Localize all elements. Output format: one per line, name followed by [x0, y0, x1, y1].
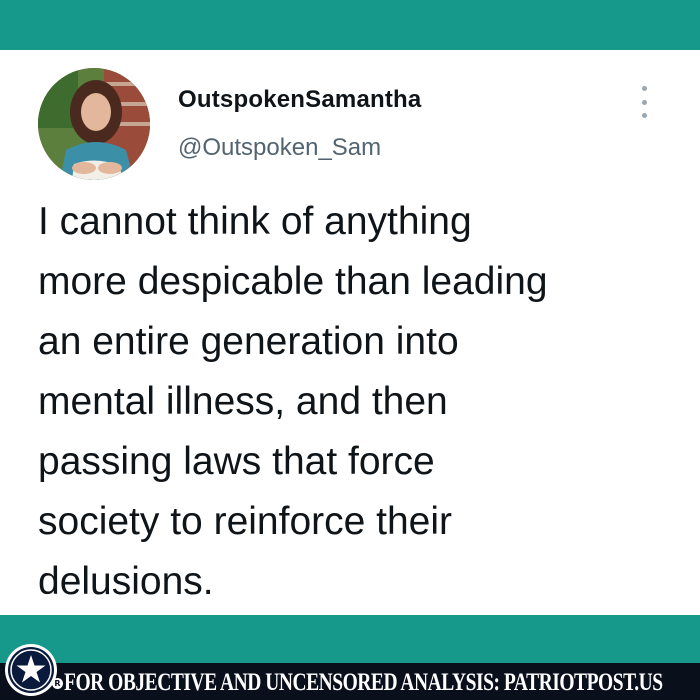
post-image: OutspokenSamantha @Outspoken_Sam I canno… — [0, 0, 700, 700]
star-seal-logo-icon — [4, 643, 58, 697]
menu-dot — [641, 86, 647, 91]
tweet-text: I cannot think of anything more despicab… — [38, 200, 548, 603]
display-name[interactable]: OutspokenSamantha — [178, 86, 421, 114]
avatar[interactable] — [38, 68, 150, 180]
more-vertical-icon[interactable] — [634, 86, 654, 118]
registered-mark: R — [52, 678, 63, 689]
menu-dot — [641, 113, 647, 118]
tweet-card: OutspokenSamantha @Outspoken_Sam I canno… — [0, 50, 700, 615]
bottom-teal-band — [0, 615, 700, 663]
profile-photo-icon — [38, 68, 150, 180]
footer-tagline[interactable]: FOR OBJECTIVE AND UNCENSORED ANALYSIS: P… — [64, 668, 663, 698]
menu-dot — [641, 99, 647, 105]
top-teal-band — [0, 0, 700, 50]
user-handle[interactable]: @Outspoken_Sam — [178, 134, 381, 162]
